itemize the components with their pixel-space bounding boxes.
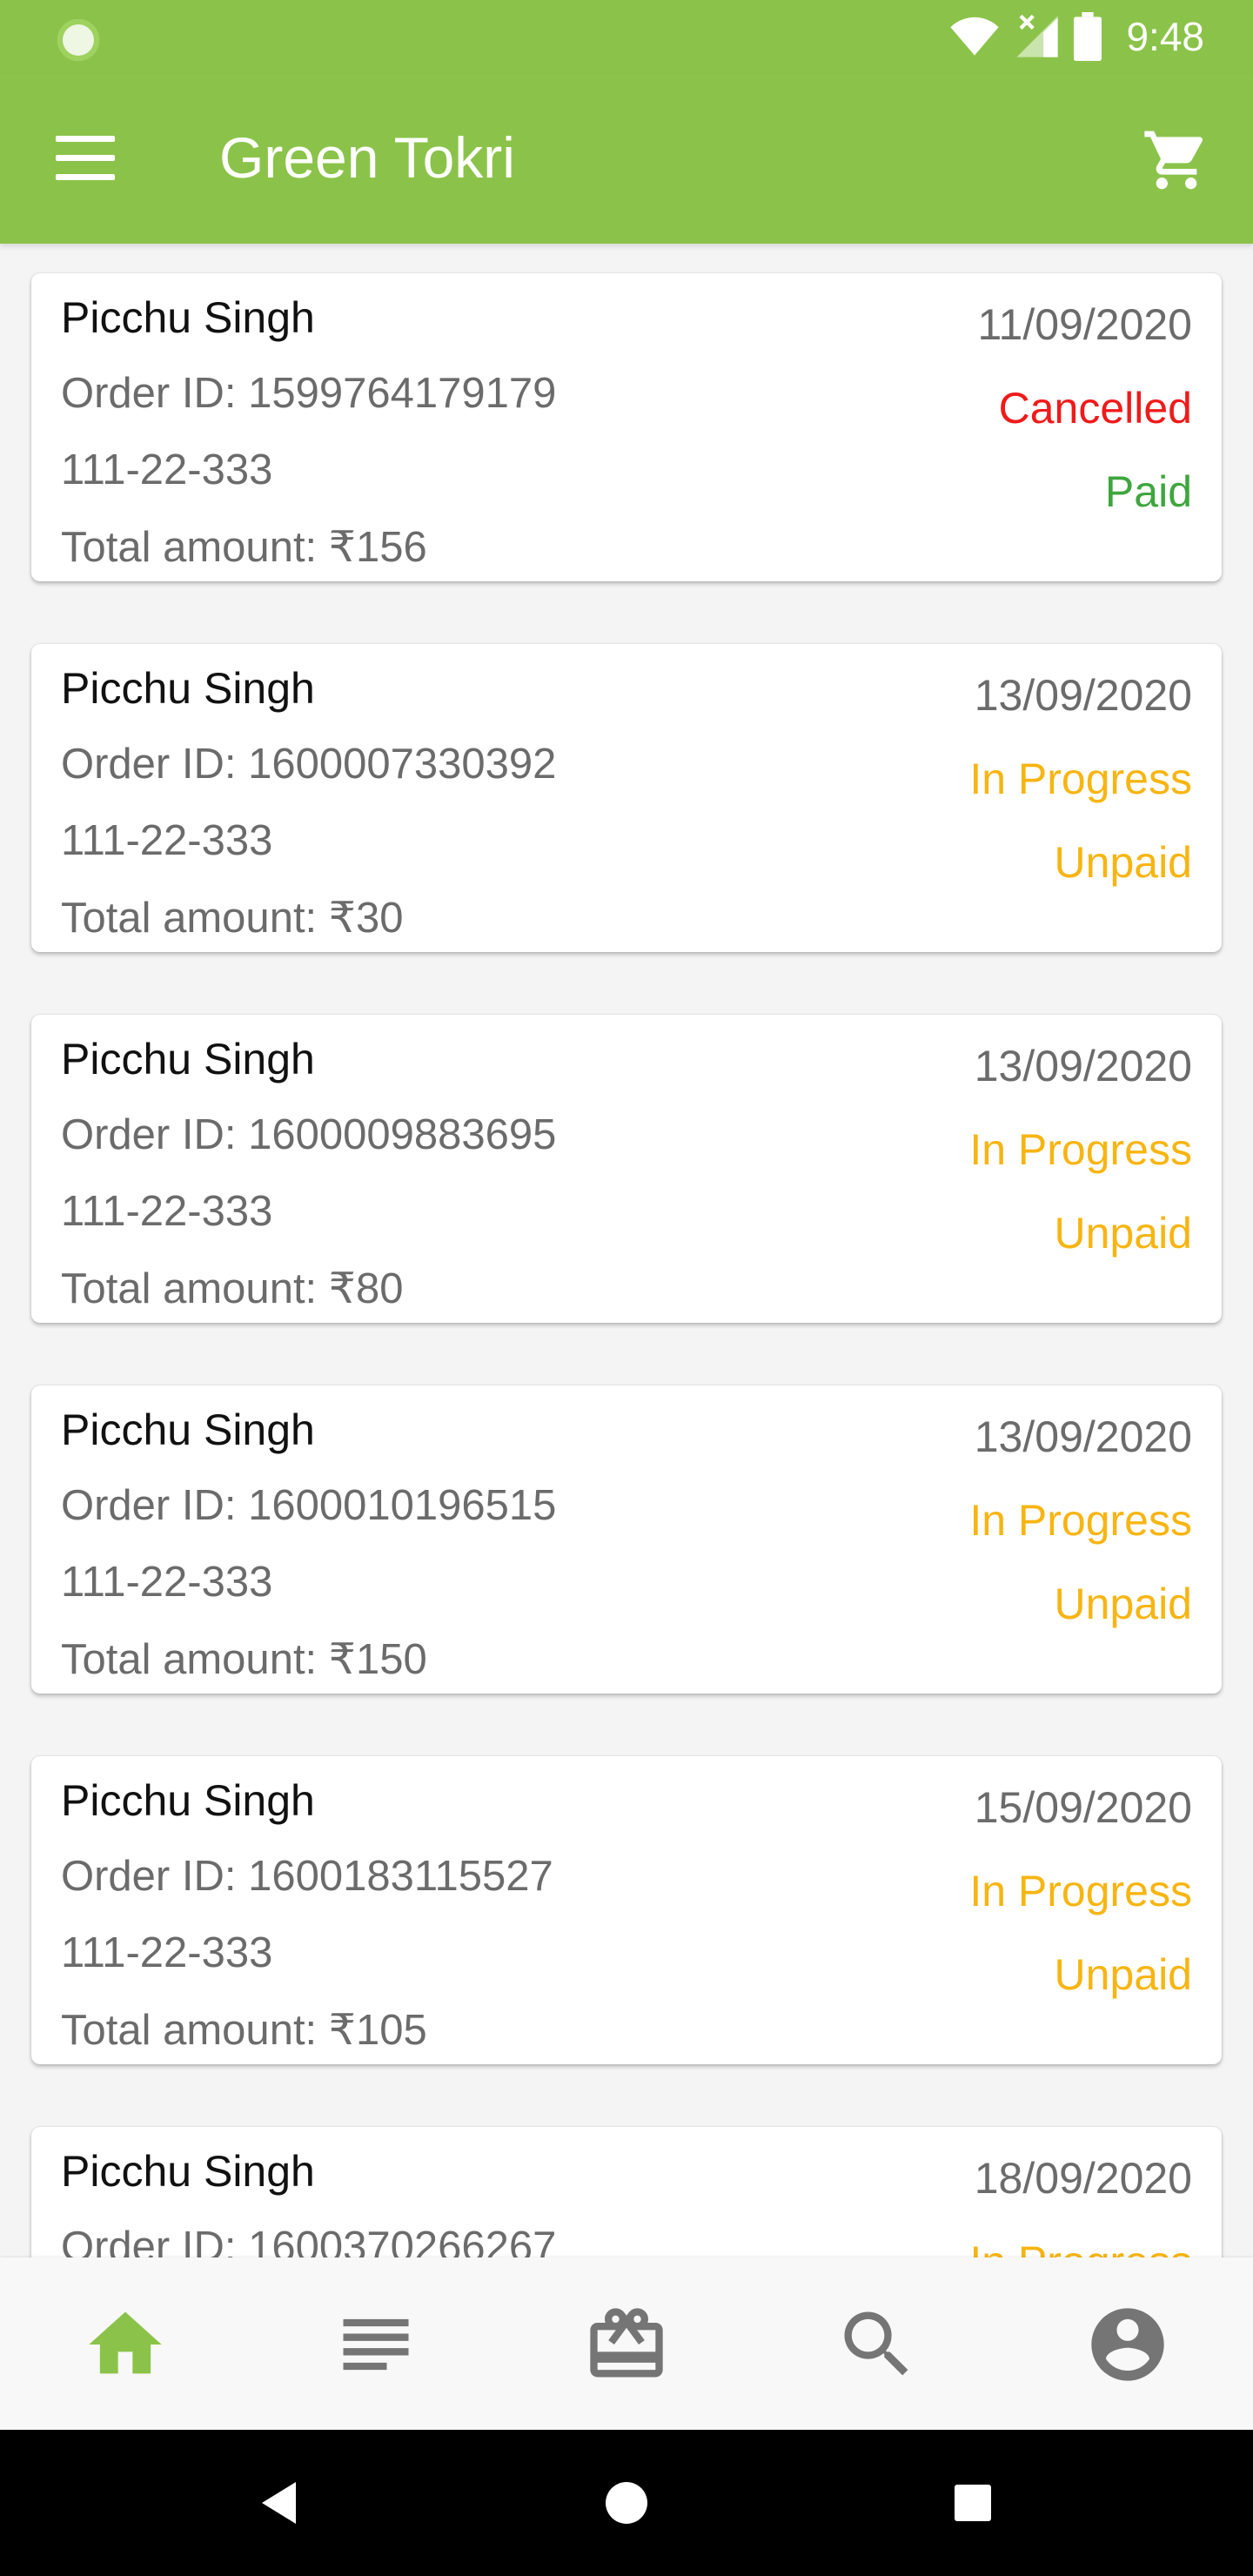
order-id: Order ID: 1599764179179 xyxy=(61,370,557,417)
order-date: 11/09/2020 xyxy=(977,300,1192,349)
cart-icon[interactable] xyxy=(1142,125,1211,195)
order-date: 13/09/2020 xyxy=(974,671,1192,720)
total-amount: Total amount: ₹156 xyxy=(61,524,427,571)
search-icon[interactable] xyxy=(834,2301,921,2388)
home-icon[interactable] xyxy=(82,2301,169,2388)
order-id: Order ID: 1600007330392 xyxy=(61,741,557,788)
customer-name: Picchu Singh xyxy=(61,2147,315,2196)
customer-name: Picchu Singh xyxy=(61,1776,315,1825)
wifi-icon xyxy=(950,17,1000,56)
app-title: Green Tokri xyxy=(219,125,515,190)
signal-off-icon xyxy=(1016,14,1059,57)
list-icon[interactable] xyxy=(332,2301,419,2388)
app-bar: Green Tokri xyxy=(0,73,1253,244)
status-bar: 9:48 xyxy=(0,0,1253,73)
payment-status: Unpaid xyxy=(1054,1580,1192,1628)
order-card[interactable]: Picchu Singh Order ID: 1600370266267 18/… xyxy=(31,2127,1222,2257)
order-card[interactable]: Picchu Singh Order ID: 1599764179179 111… xyxy=(31,273,1222,581)
customer-name: Picchu Singh xyxy=(61,1405,315,1454)
status-icons: 9:48 xyxy=(948,10,1204,63)
order-id: Order ID: 1600009883695 xyxy=(61,1111,557,1158)
order-date: 15/09/2020 xyxy=(974,1783,1192,1832)
payment-status: Unpaid xyxy=(1054,838,1192,887)
payment-status: Unpaid xyxy=(1054,1950,1192,1999)
phone-number: 111-22-333 xyxy=(61,1559,273,1606)
order-id: Order ID: 1600183115527 xyxy=(61,1853,553,1900)
order-date: 18/09/2020 xyxy=(974,2154,1192,2203)
order-date: 13/09/2020 xyxy=(974,1042,1192,1090)
payment-status: Unpaid xyxy=(1054,1209,1192,1258)
total-amount: Total amount: ₹30 xyxy=(61,895,404,942)
system-navigation-bar xyxy=(0,2430,1253,2576)
order-status: In Progress xyxy=(969,755,1192,803)
order-id: Order ID: 1600370266267 xyxy=(61,2224,557,2257)
phone-number: 111-22-333 xyxy=(61,446,273,493)
order-status: Cancelled xyxy=(998,384,1192,433)
menu-icon[interactable] xyxy=(56,136,115,181)
back-icon[interactable] xyxy=(254,2477,306,2529)
total-amount: Total amount: ₹80 xyxy=(61,1265,404,1312)
phone-number: 111-22-333 xyxy=(61,1929,273,1976)
status-time: 9:48 xyxy=(1126,14,1204,59)
app-notification-icon xyxy=(57,19,99,61)
order-date: 13/09/2020 xyxy=(974,1412,1192,1461)
customer-name: Picchu Singh xyxy=(61,1035,315,1083)
total-amount: Total amount: ₹105 xyxy=(61,2007,427,2054)
order-card[interactable]: Picchu Singh Order ID: 1600010196515 111… xyxy=(31,1385,1222,1694)
order-id: Order ID: 1600010196515 xyxy=(61,1482,557,1529)
order-list[interactable]: Picchu Singh Order ID: 1599764179179 111… xyxy=(0,244,1253,2257)
home-circle-icon[interactable] xyxy=(600,2477,653,2529)
account-icon[interactable] xyxy=(1084,2301,1171,2388)
bottom-navigation xyxy=(0,2257,1253,2430)
order-status: In Progress xyxy=(969,2237,1192,2257)
gift-card-icon[interactable] xyxy=(583,2301,670,2388)
order-status: In Progress xyxy=(969,1125,1192,1174)
order-status: In Progress xyxy=(969,1496,1192,1545)
order-card[interactable]: Picchu Singh Order ID: 1600183115527 111… xyxy=(31,1756,1222,2064)
customer-name: Picchu Singh xyxy=(61,664,315,713)
order-status: In Progress xyxy=(969,1867,1192,1915)
customer-name: Picchu Singh xyxy=(61,293,315,342)
total-amount: Total amount: ₹150 xyxy=(61,1636,427,1683)
phone-number: 111-22-333 xyxy=(61,817,273,864)
recents-icon[interactable] xyxy=(947,2477,999,2529)
battery-icon xyxy=(1074,12,1102,61)
order-card[interactable]: Picchu Singh Order ID: 1600009883695 111… xyxy=(31,1015,1222,1323)
payment-status: Paid xyxy=(1104,467,1192,516)
phone-number: 111-22-333 xyxy=(61,1188,273,1235)
order-card[interactable]: Picchu Singh Order ID: 1600007330392 111… xyxy=(31,644,1222,952)
